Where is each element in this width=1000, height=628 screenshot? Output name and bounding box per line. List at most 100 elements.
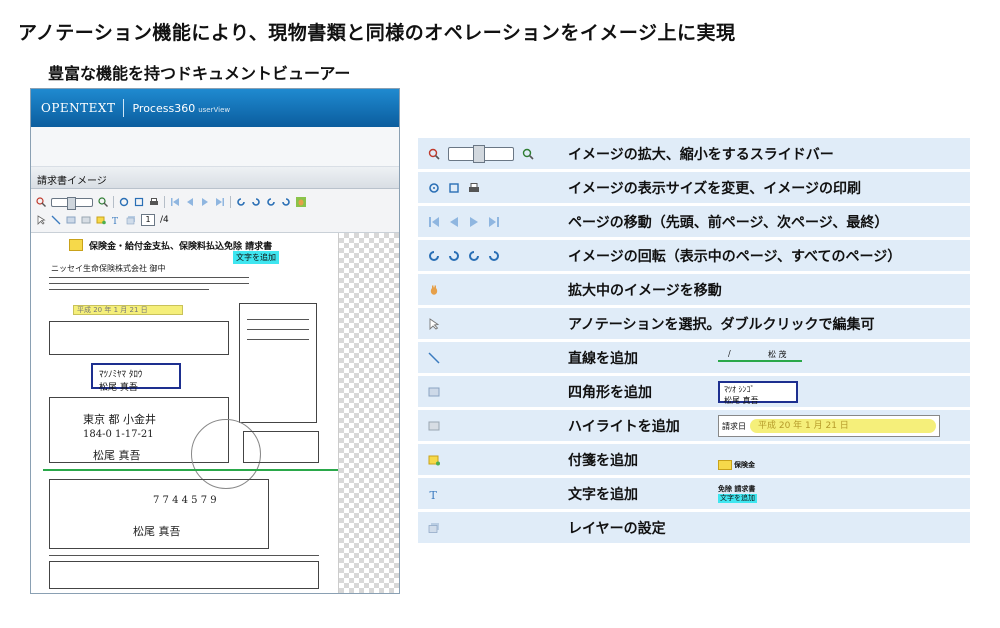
toolbar-divider: [113, 196, 114, 208]
rotate-left-icon[interactable]: [236, 197, 246, 207]
sticky-note-icon: [428, 455, 440, 465]
text-annotation[interactable]: 文字を追加: [233, 251, 279, 264]
page-subheading: 豊富な機能を持つドキュメントビューアー: [48, 64, 351, 83]
sample-tag: 請求日: [722, 421, 746, 431]
feature-row-highlight: ハイライトを追加 請求日 平成 20 年 1 月 21 日: [418, 410, 970, 444]
sticky-note-icon[interactable]: [96, 215, 106, 225]
product-name: Process360 userView: [132, 101, 231, 115]
form-rule: [49, 283, 249, 284]
last-page-icon[interactable]: [215, 197, 225, 207]
zoom-slider: [448, 144, 514, 163]
hand-pan-icon: [430, 285, 438, 295]
sticky-pad: [718, 460, 732, 470]
sticky-note-annotation[interactable]: [69, 239, 83, 251]
fit-width-icon: [449, 182, 459, 193]
feature-row-layer: レイヤーの設定: [418, 512, 970, 546]
layer-icon: [428, 522, 439, 533]
sticky-note-sample: 保険金: [718, 448, 762, 472]
print-icon[interactable]: [149, 197, 159, 207]
form-note-box: [239, 303, 317, 423]
text-sample: 免除 請求書 文字を追加: [718, 482, 757, 506]
feature-label: 拡大中のイメージを移動: [568, 282, 722, 299]
rectangle-sample: ﾏﾂｵ ｼﾝｺﾞ 松尾 真吾: [718, 380, 798, 405]
zoom-in-icon: [522, 148, 534, 160]
company-name: ニッセイ生命保険株式会社 御中: [51, 264, 166, 273]
document-page: 保険金・給付金支払、保険料払込免除 請求書 文字を追加 ニッセイ生命保険株式会社…: [43, 233, 339, 593]
toolbar-divider: [164, 196, 165, 208]
viewer-header: OPENTEXT Process360 userView: [31, 89, 399, 127]
zoom-out-icon[interactable]: [36, 197, 46, 207]
feature-label: レイヤーの設定: [568, 520, 666, 537]
page-number-input[interactable]: 1: [141, 214, 155, 226]
svg-text:T: T: [112, 217, 118, 225]
rectangle-annotation[interactable]: ﾏﾂﾉﾐﾔﾏ ﾀﾛｳ 松尾 真吾: [91, 363, 181, 393]
highlight-sample: 請求日 平成 20 年 1 月 21 日: [718, 414, 940, 438]
rectangle-tool-icon: [428, 387, 440, 396]
rectangle-tool-icon[interactable]: [66, 215, 76, 225]
fit-page-icon: [429, 182, 439, 193]
print-icon: [469, 182, 479, 192]
sample-text: 松 茂: [768, 350, 787, 359]
svg-text:T: T: [430, 489, 438, 500]
highlight-annotation[interactable]: 平成 20 年 1 月 21 日: [73, 305, 183, 315]
viewer-top-band: [31, 127, 399, 167]
feature-label: ハイライトを追加: [568, 418, 680, 435]
document-viewer: OPENTEXT Process360 userView 請求書イメージ T 1…: [30, 88, 400, 594]
select-arrow-icon: [429, 317, 440, 330]
handwritten-entry: 184-0 1-17-21: [83, 429, 154, 440]
handwritten-entry: 東京 都 小金井: [83, 413, 156, 426]
sample-text-cyan: 文字を追加: [718, 494, 757, 503]
first-page-icon: [429, 216, 439, 227]
hand-pan-icon[interactable]: [296, 197, 306, 207]
sample-kana: ﾏﾂｵ ｼﾝｺﾞ: [724, 385, 755, 394]
handwritten-entry: 7 7 4 4 5 7 9: [153, 495, 217, 506]
layer-icon[interactable]: [126, 215, 136, 225]
feature-label: 直線を追加: [568, 350, 638, 367]
feature-label: イメージの表示サイズを変更、イメージの印刷: [568, 180, 862, 197]
line-annotation[interactable]: [43, 469, 338, 471]
rotate-all-right-icon: [489, 250, 499, 261]
document-area[interactable]: 保険金・給付金支払、保険料払込免除 請求書 文字を追加 ニッセイ生命保険株式会社…: [31, 233, 399, 593]
feature-label: 四角形を追加: [568, 384, 652, 401]
line-tool-icon[interactable]: [51, 215, 61, 225]
rotate-all-left-icon[interactable]: [266, 197, 276, 207]
toolbar-divider: [230, 196, 231, 208]
line-sample: / 松 茂: [718, 346, 802, 370]
opentext-logo: OPENTEXT: [41, 101, 116, 115]
sample-kanji: 松尾 真吾: [724, 396, 759, 405]
green-line-sample: [718, 360, 802, 362]
feature-row-sticky-note: 付箋を追加 保険金: [418, 444, 970, 478]
prev-page-icon[interactable]: [185, 197, 195, 207]
feature-row-line: 直線を追加 / 松 茂: [418, 342, 970, 376]
highlight-tool-icon[interactable]: [81, 215, 91, 225]
form-field-box: [49, 321, 229, 355]
sample-text-line: 免除 請求書: [718, 485, 756, 493]
first-page-icon[interactable]: [170, 197, 180, 207]
feature-row-select: アノテーションを選択。ダブルクリックで編集可: [418, 308, 970, 342]
zoom-in-icon[interactable]: [98, 197, 108, 207]
feature-label: アノテーションを選択。ダブルクリックで編集可: [568, 316, 875, 333]
highlight-tool-icon: [428, 421, 440, 430]
feature-row-pan: 拡大中のイメージを移動: [418, 274, 970, 308]
next-page-icon: [470, 216, 478, 227]
feature-label: イメージの拡大、縮小をするスライドバー: [568, 146, 834, 163]
sample-highlight-text: 平成 20 年 1 月 21 日: [750, 419, 936, 433]
next-page-icon[interactable]: [200, 197, 210, 207]
handwritten-entry: 松尾 真吾: [93, 449, 141, 462]
fit-width-icon[interactable]: [134, 197, 144, 207]
rotate-all-right-icon[interactable]: [281, 197, 291, 207]
fit-page-icon[interactable]: [119, 197, 129, 207]
feature-label: 付箋を追加: [568, 452, 638, 469]
feature-row-page-navigation: ページの移動（先頭、前ページ、次ページ、最終）: [418, 206, 970, 240]
select-arrow-icon[interactable]: [36, 215, 46, 225]
feature-table: イメージの拡大、縮小をするスライドバー イメージの表示サイズを変更、イメージの印…: [418, 138, 970, 546]
zoom-out-icon: [428, 148, 440, 160]
zoom-slider[interactable]: [51, 196, 93, 210]
text-tool-icon[interactable]: T: [111, 215, 121, 225]
handwritten-entry: 松尾 真吾: [133, 525, 181, 538]
rotate-right-icon[interactable]: [251, 197, 261, 207]
feature-row-rotate: イメージの回転（表示中のページ、すべてのページ）: [418, 240, 970, 274]
prev-page-icon: [450, 216, 458, 227]
sample-note-text: 保険金: [734, 461, 755, 469]
rotate-right-icon: [449, 250, 459, 261]
